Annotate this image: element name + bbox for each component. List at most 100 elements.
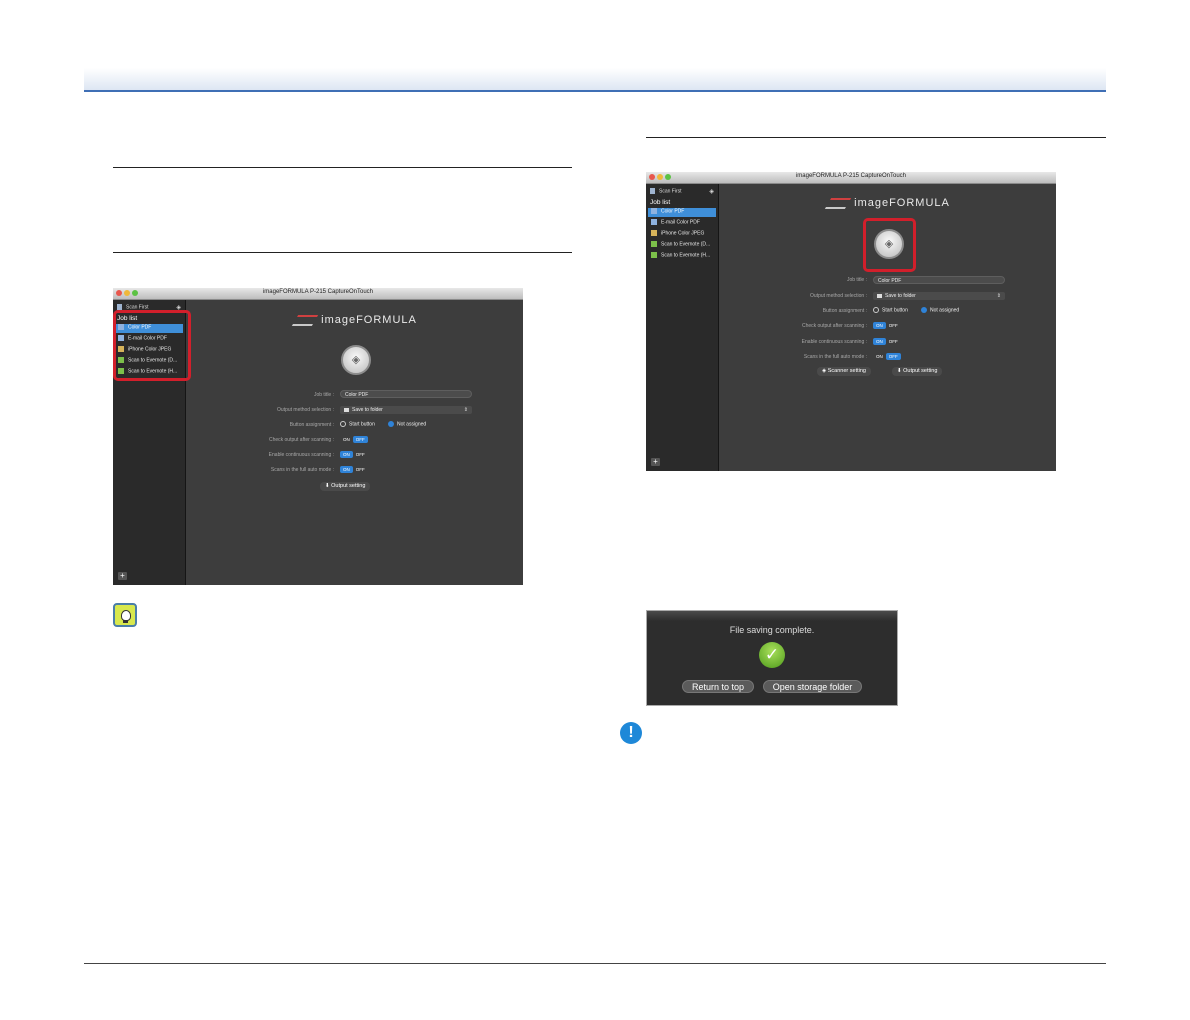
output-setting-label: Output setting xyxy=(903,368,938,374)
start-button-label: Start button xyxy=(882,307,908,314)
job-item-label: E-mail Color PDF xyxy=(661,219,700,226)
logo-text: imageFORMULA xyxy=(321,314,417,326)
button-assignment-label: Button assignment : xyxy=(822,308,867,314)
job-title-field[interactable]: Color PDF xyxy=(340,390,472,398)
job-item-label: Color PDF xyxy=(661,208,685,215)
divider xyxy=(113,252,572,253)
toggle-off[interactable]: OFF xyxy=(352,436,368,443)
full-auto-label: Scans in the full auto mode : xyxy=(803,354,867,360)
enable-continuous-label: Enable continuous scanning : xyxy=(268,452,334,458)
app-logo: imageFORMULA xyxy=(266,314,446,326)
return-to-top-button[interactable]: Return to top xyxy=(682,680,754,693)
job-title-field[interactable]: Color PDF xyxy=(873,276,1005,284)
output-method-select[interactable]: Save to folder ⇕ xyxy=(873,292,1005,300)
start-icon: ◈ xyxy=(709,189,714,195)
scanner-setting-button[interactable]: ◈ Scanner setting xyxy=(817,367,871,376)
open-storage-folder-button[interactable]: Open storage folder xyxy=(763,680,862,693)
logo-mark xyxy=(824,197,852,209)
continuous-toggle[interactable]: ON OFF xyxy=(873,338,901,345)
job-list-header: Job list xyxy=(650,199,671,206)
job-title-label: Job title : xyxy=(313,392,334,398)
evernote-icon xyxy=(651,241,657,247)
start-button-radio[interactable]: Start button xyxy=(873,307,908,313)
job-item-label: iPhone Color JPEG xyxy=(661,230,705,237)
toggle-on[interactable]: ON xyxy=(340,451,353,458)
main-panel: imageFORMULA ◈ Job title : Color PDF Out… xyxy=(186,300,523,585)
toggle-off[interactable]: OFF xyxy=(353,466,368,473)
checkmark-icon: ✓ xyxy=(759,642,785,668)
job-item[interactable]: E-mail Color PDF xyxy=(648,219,716,228)
radio-selected-icon xyxy=(921,307,927,313)
start-scan-button[interactable]: ◈ xyxy=(341,345,371,375)
job-item[interactable]: Color PDF xyxy=(648,208,716,217)
start-icon xyxy=(340,421,346,427)
continuous-toggle[interactable]: ON OFF xyxy=(340,451,368,458)
full-auto-label: Scans in the full auto mode : xyxy=(270,467,334,473)
toggle-off[interactable]: OFF xyxy=(886,322,901,329)
divider xyxy=(646,137,1106,138)
check-output-toggle[interactable]: ON OFF xyxy=(873,322,901,329)
check-output-toggle[interactable]: ON OFF xyxy=(340,436,368,443)
toggle-on[interactable]: ON xyxy=(340,466,353,473)
scan-first-item[interactable]: Scan First ◈ xyxy=(650,188,716,197)
full-auto-toggle[interactable]: ON OFF xyxy=(340,466,368,473)
toggle-on[interactable]: ON xyxy=(340,436,353,443)
toggle-off[interactable]: OFF xyxy=(885,353,901,360)
enable-continuous-label: Enable continuous scanning : xyxy=(801,339,867,345)
check-output-label: Check output after scanning : xyxy=(801,323,867,329)
output-setting-label: Output setting xyxy=(331,483,366,489)
not-assigned-label: Not assigned xyxy=(930,307,960,314)
toggle-off[interactable]: OFF xyxy=(353,451,368,458)
title-bar: imageFORMULA P-215 CaptureOnTouch xyxy=(113,288,523,300)
add-job-button[interactable]: + xyxy=(651,458,660,466)
bulb-base xyxy=(123,620,128,623)
toggle-on[interactable]: ON xyxy=(873,353,886,360)
folder-icon xyxy=(877,293,882,298)
toggle-on[interactable]: ON xyxy=(873,338,886,345)
button-assignment-label: Button assignment : xyxy=(289,422,334,428)
page-header-rule xyxy=(84,90,1106,92)
output-setting-button[interactable]: ⬇ Output setting xyxy=(892,367,943,376)
dialog-message: File saving complete. xyxy=(729,625,815,635)
scan-first-icon xyxy=(650,188,655,194)
page-footer-rule xyxy=(84,963,1106,964)
output-method-select[interactable]: Save to folder ⇕ xyxy=(340,406,472,414)
important-icon: ! xyxy=(620,722,642,744)
not-assigned-radio[interactable]: Not assigned xyxy=(388,421,426,427)
toggle-on[interactable]: ON xyxy=(873,322,886,329)
page-header-band xyxy=(84,68,1106,90)
scanner-setting-label: Scanner setting xyxy=(827,368,866,374)
job-item-label: Scan to Evernote (H... xyxy=(661,252,711,259)
output-setting-button[interactable]: ⬇ Output setting xyxy=(320,482,371,491)
output-method-value: Save to folder xyxy=(352,407,383,413)
not-assigned-radio[interactable]: Not assigned xyxy=(921,307,959,313)
job-item[interactable]: iPhone Color JPEG xyxy=(648,230,716,239)
window-title: imageFORMULA P-215 CaptureOnTouch xyxy=(262,289,374,295)
not-assigned-label: Not assigned xyxy=(397,421,427,428)
hint-icon xyxy=(113,603,137,627)
folder-icon xyxy=(344,407,349,412)
add-job-button[interactable]: + xyxy=(118,572,127,580)
toggle-off[interactable]: OFF xyxy=(886,338,901,345)
file-saving-dialog: File saving complete. ✓ Return to top Op… xyxy=(646,610,898,706)
pdf-icon xyxy=(651,208,657,214)
start-button-callout xyxy=(863,218,916,272)
start-button-radio[interactable]: Start button xyxy=(340,421,375,427)
job-title-label: Job title : xyxy=(846,277,867,283)
evernote-icon xyxy=(651,252,657,258)
output-method-value: Save to folder xyxy=(885,293,916,299)
window-title: imageFORMULA P-215 CaptureOnTouch xyxy=(795,173,907,179)
logo-mark xyxy=(291,314,319,326)
jpeg-icon xyxy=(651,230,657,236)
dialog-top-bar xyxy=(647,611,897,621)
select-arrow-icon: ⇕ xyxy=(463,407,468,413)
app-window-right: imageFORMULA P-215 CaptureOnTouch Scan F… xyxy=(646,172,1056,471)
job-item[interactable]: Scan to Evernote (H... xyxy=(648,252,716,261)
radio-selected-icon xyxy=(388,421,394,427)
output-method-label: Output method selection : xyxy=(277,407,334,413)
job-item[interactable]: Scan to Evernote (D... xyxy=(648,241,716,250)
divider xyxy=(113,167,572,168)
check-output-label: Check output after scanning : xyxy=(268,437,334,443)
scan-first-label: Scan First xyxy=(659,188,682,195)
full-auto-toggle[interactable]: ON OFF xyxy=(873,353,901,360)
